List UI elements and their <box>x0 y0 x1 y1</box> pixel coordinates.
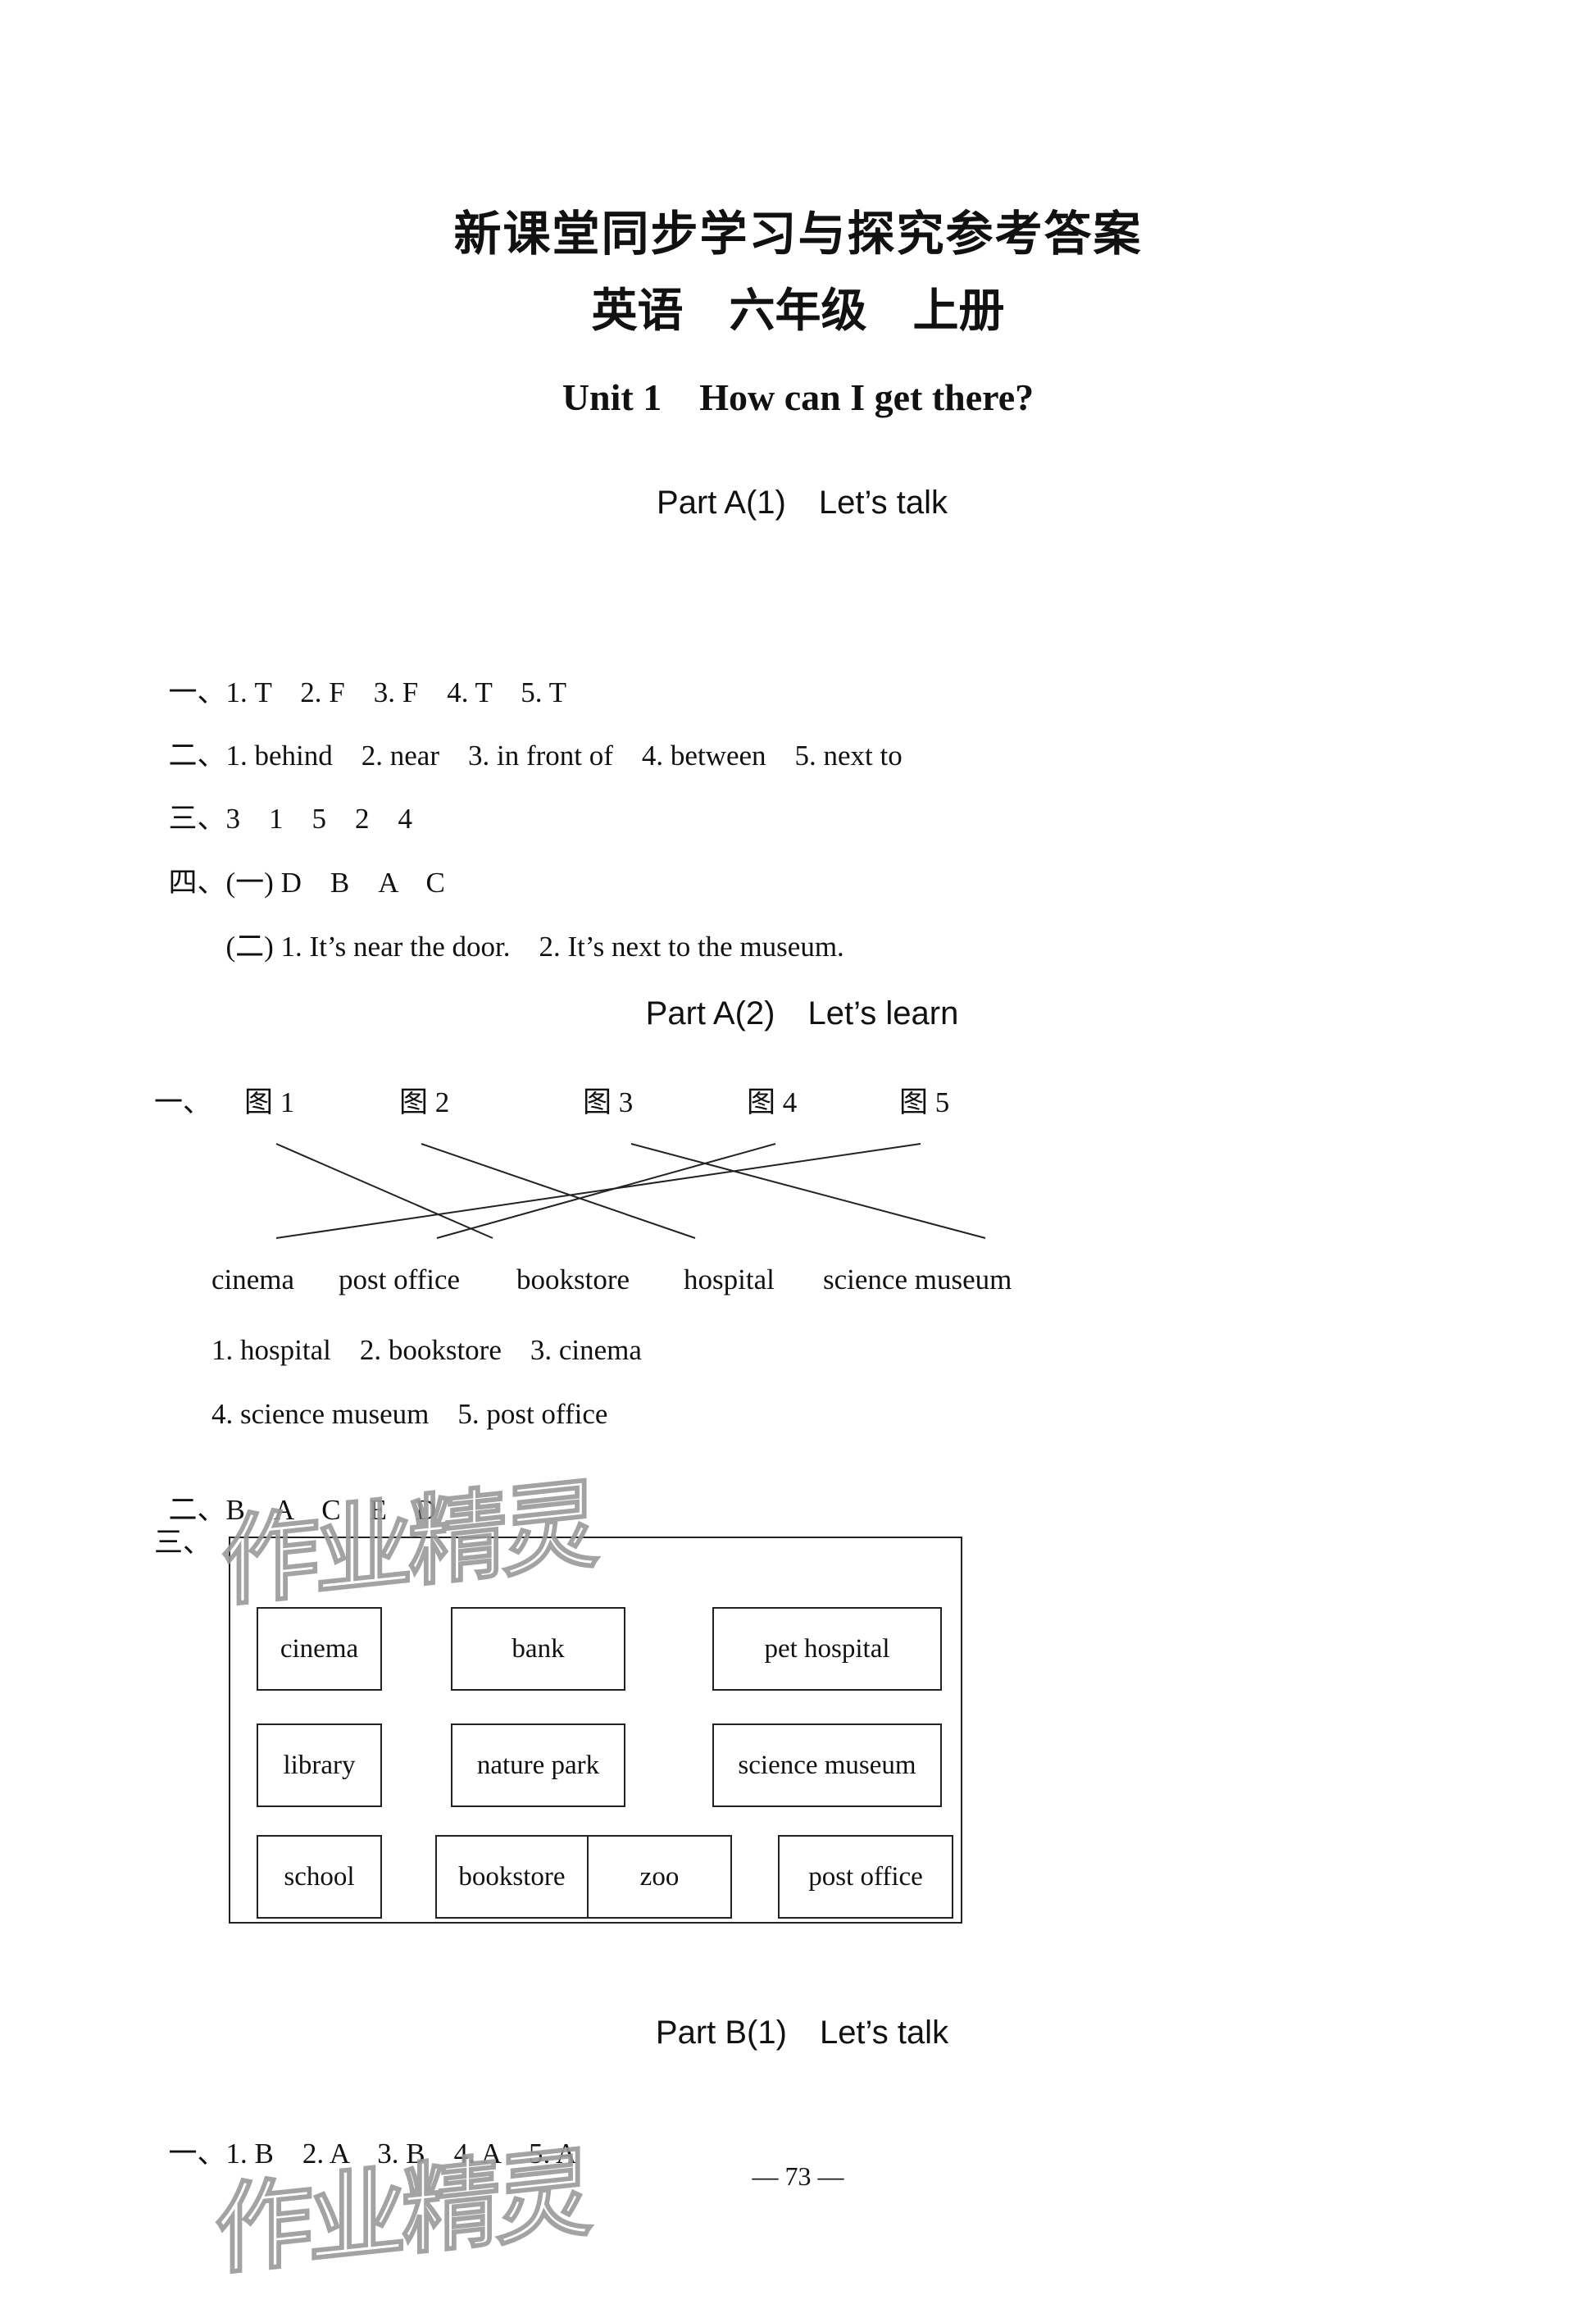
map-cell-pet-hospital: pet hospital <box>712 1607 942 1691</box>
match-word: hospital <box>684 1264 775 1295</box>
section-heading-part-b1: Part B(1) Let’s talk <box>655 2015 949 2051</box>
map-cell-bookstore: bookstore <box>435 1835 589 1919</box>
match-word: science museum <box>823 1264 1012 1295</box>
map-cell-nature-park: nature park <box>451 1723 625 1807</box>
match-line-fig5-cinema <box>275 1143 921 1239</box>
map-cell-bank: bank <box>451 1607 625 1691</box>
answer-line: 1. hospital 2. bookstore 3. cinema <box>211 1334 642 1366</box>
match-line-fig3-science-museum <box>630 1143 986 1239</box>
answer-line: 4. science museum 5. post office <box>211 1398 608 1430</box>
matching-lines <box>275 1143 986 1239</box>
match-word: bookstore <box>516 1264 630 1295</box>
map-cell-post-office: post office <box>778 1835 953 1919</box>
match-word: cinema <box>211 1264 295 1295</box>
question-label: 三、 <box>154 1527 212 1559</box>
match-line-fig4-post-office <box>436 1143 776 1239</box>
map-cell-science-museum: science museum <box>712 1723 942 1807</box>
map-cell-school: school <box>257 1835 382 1919</box>
map-cell-zoo: zoo <box>587 1835 732 1919</box>
match-line-fig2-hospital <box>421 1143 696 1239</box>
map-cell-library: library <box>257 1723 382 1807</box>
match-word: post office <box>339 1264 461 1295</box>
